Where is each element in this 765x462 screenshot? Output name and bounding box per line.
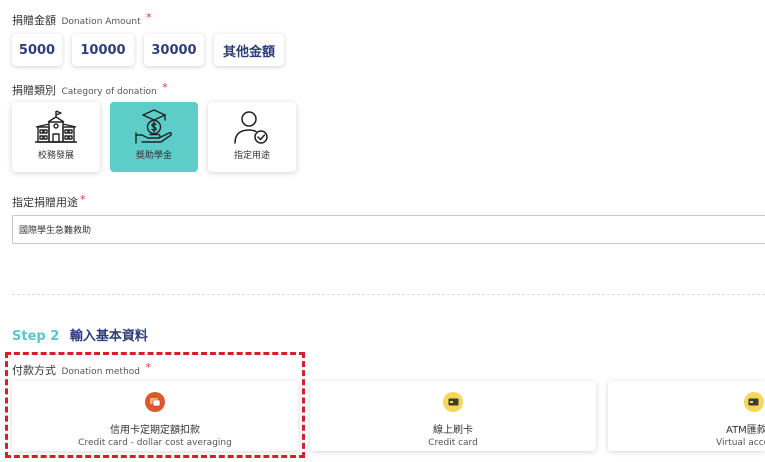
required-mark: * [80,193,86,206]
donation-method-label-en: Donation method [61,367,141,377]
atm-card-icon [743,392,764,412]
donation-category-label: 捐贈類別 Category of donation * [12,81,168,98]
designated-purpose-label: 指定捐贈用途 * [12,193,86,210]
payment-option-credit-card[interactable]: 線上刷卡 Credit card [310,381,596,451]
school-building-icon [35,110,77,143]
category-option-label: 獎助學金 [135,151,172,161]
amount-option-label: 10000 [80,42,126,58]
category-option-school-development[interactable]: 校務發展 [12,102,100,172]
section-divider [12,294,765,295]
donation-amount-label-zh: 捐贈金額 [12,14,56,27]
amount-option-30000[interactable]: 30000 [144,34,204,66]
category-option-label: 指定用途 [233,151,270,161]
step-2-heading: Step 2 輸入基本資料 [12,325,148,344]
designated-purpose-label-text: 指定捐贈用途 [12,196,78,209]
required-mark: * [145,361,152,374]
payment-option-label-en: Virtual acco [716,438,765,448]
step-number: Step 2 [12,329,60,344]
donation-amount-label: 捐贈金額 Donation Amount * [12,11,152,28]
donation-method-label: 付款方式 Donation method * [12,361,152,378]
payment-option-recurring-credit-card[interactable]: 信用卡定期定額扣款 Credit card - dollar cost aver… [12,381,298,451]
payment-option-label-zh: 線上刷卡 [433,425,473,436]
donation-method-label-zh: 付款方式 [12,364,56,377]
payment-option-label-zh: ATM匯款(虛擬 [726,425,765,436]
payment-option-atm-transfer[interactable]: ATM匯款(虛擬 Virtual acco [608,381,765,451]
amount-option-label: 其他金額 [222,44,275,60]
scholarship-hand-coin-icon [135,109,172,144]
credit-card-icon [443,392,463,412]
category-option-label: 校務發展 [37,151,74,161]
donation-amount-label-en: Donation Amount [61,17,141,27]
payment-option-label-en: Credit card - dollar cost averaging [78,438,232,448]
payment-option-label-en: Credit card [428,438,478,448]
recurring-card-icon [145,392,165,412]
step-title: 輸入基本資料 [69,329,148,344]
amount-option-label: 30000 [151,42,197,58]
amount-option-5000[interactable]: 5000 [12,34,62,66]
required-mark: * [146,11,152,24]
category-option-designated[interactable]: 指定用途 [208,102,296,172]
amount-option-10000[interactable]: 10000 [72,34,134,66]
user-check-icon [234,111,268,144]
amount-option-other[interactable]: 其他金額 [214,34,284,66]
designated-purpose-input[interactable]: 國際學生急難救助 [12,215,765,244]
designated-purpose-value: 國際學生急難救助 [19,226,92,236]
amount-option-label: 5000 [18,42,56,58]
donation-category-label-en: Category of donation [61,87,157,97]
category-option-scholarship[interactable]: 獎助學金 [110,102,198,172]
required-mark: * [162,81,168,94]
payment-option-label-zh: 信用卡定期定額扣款 [110,425,200,436]
donation-category-label-zh: 捐贈類別 [12,84,56,97]
